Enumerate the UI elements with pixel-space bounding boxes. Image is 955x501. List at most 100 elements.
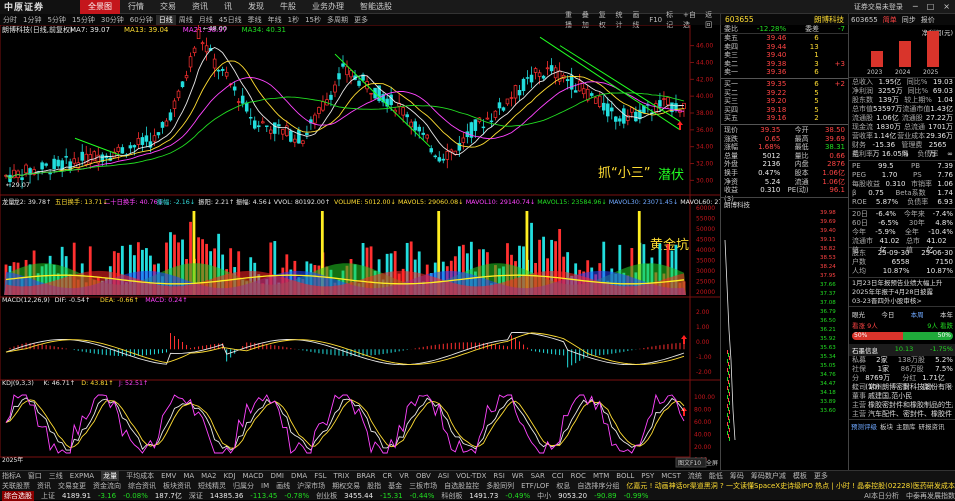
sentiment-tab-0[interactable]: 今日 xyxy=(881,309,894,319)
indicator-tab-23[interactable]: SAR xyxy=(531,472,545,480)
indicator-tab-27[interactable]: BOLL xyxy=(616,472,634,480)
indicator-tab-24[interactable]: CCI xyxy=(552,472,564,480)
sentiment-tab-1[interactable]: 本周 xyxy=(911,309,924,319)
news-item-2[interactable]: 03-23晋四外小股审核> xyxy=(849,297,955,306)
function-16[interactable]: 多股同列 xyxy=(486,481,514,491)
function-19[interactable]: 自选排序分组 xyxy=(577,481,619,491)
indicator-tab-6[interactable]: EMV xyxy=(161,472,176,480)
period-4[interactable]: 30分钟 xyxy=(98,15,127,25)
indicator-tab-17[interactable]: VR xyxy=(399,472,409,480)
buy-row-2[interactable]: 买三 39.20 5 xyxy=(721,97,848,106)
menu-item-0[interactable]: 全景图 xyxy=(80,0,120,14)
side-bottom-tab-3[interactable]: 研报资讯 xyxy=(919,421,945,431)
period-3[interactable]: 15分钟 xyxy=(69,15,98,25)
function-5[interactable]: 板块资讯 xyxy=(163,481,191,491)
intraday-mini-chart[interactable]: 朗博科技 39.98 39.69 39.40 39.11 38.82 38.53 38.24 3… xyxy=(721,196,848,451)
sentiment-tab-2[interactable]: 本年 xyxy=(940,309,953,319)
kline-chart-area[interactable]: 朗博科技(日线,前复权)MA7: 39.07 MA13: 39.04 MA21: 3… xyxy=(0,25,720,470)
close-icon[interactable]: × xyxy=(943,2,950,11)
indicator-tab-8[interactable]: MA2 xyxy=(201,472,216,480)
news-item-0[interactable]: 1月23日年报预告业绩大幅上升 xyxy=(849,279,955,288)
period-12[interactable]: 1秒 xyxy=(285,15,302,25)
hot-stock-row[interactable]: 石墨信息 10.13 -1.75% xyxy=(849,344,955,356)
sell-row-0[interactable]: 卖五 39.46 6 xyxy=(721,34,848,43)
side-tab-simple[interactable]: 简单 xyxy=(883,15,897,25)
indicator-tab-3[interactable]: EXPMA xyxy=(70,472,94,480)
period-15[interactable]: 更多 xyxy=(351,15,371,25)
function-10[interactable]: 沪深市场 xyxy=(297,481,325,491)
side-bottom-tab-1[interactable]: 板块 xyxy=(880,421,893,431)
period-9[interactable]: 45日线 xyxy=(216,15,245,25)
indicator-tab-19[interactable]: ASI xyxy=(438,472,449,480)
function-4[interactable]: 综合资讯 xyxy=(128,481,156,491)
maximize-icon[interactable]: □ xyxy=(927,2,935,11)
period-7[interactable]: 周线 xyxy=(176,15,196,25)
indicator-tab-13[interactable]: FSL xyxy=(314,472,326,480)
function-1[interactable]: 资讯 xyxy=(37,481,51,491)
menu-item-6[interactable]: 牛股 xyxy=(272,0,304,14)
indicator-tab-12[interactable]: DMA xyxy=(291,472,307,480)
menu-item-8[interactable]: 智能选股 xyxy=(352,0,400,14)
indicator-tab-10[interactable]: MACD xyxy=(243,472,264,480)
side-bottom-tab-2[interactable]: 主题库 xyxy=(896,421,916,431)
indicator-tab-5[interactable]: 平均成本 xyxy=(126,471,154,481)
indicator-tab-28[interactable]: PSY xyxy=(641,472,654,480)
news-ticker[interactable]: 亿嘉元 ! 动画神话or渠道黑洞 ? 一文读懂SpaceX史诗级IPO 热点 |… xyxy=(626,481,955,491)
function-18[interactable]: 权息 xyxy=(556,481,570,491)
period-8[interactable]: 月线 xyxy=(196,15,216,25)
indicator-tab-4[interactable]: 龙量 xyxy=(101,471,120,481)
period-0[interactable]: 分时 xyxy=(0,15,20,25)
buy-row-0[interactable]: 买一 39.35 6 +2 xyxy=(721,80,848,89)
indicator-tab-32[interactable]: 筹码 xyxy=(730,471,744,481)
function-13[interactable]: 基金 xyxy=(388,481,402,491)
indicator-tab-15[interactable]: BRAR xyxy=(356,472,375,480)
function-0[interactable]: 关联股票 xyxy=(2,481,30,491)
minimize-icon[interactable]: ─ xyxy=(913,2,918,11)
period-14[interactable]: 多周期 xyxy=(324,15,351,25)
sell-row-2[interactable]: 卖三 39.40 1 xyxy=(721,51,848,60)
menu-item-3[interactable]: 资讯 xyxy=(184,0,216,14)
indicator-tab-22[interactable]: WR xyxy=(512,472,524,480)
indicator-tab-0[interactable]: 指标A xyxy=(2,471,21,481)
buy-row-4[interactable]: 买五 39.16 2 xyxy=(721,114,848,123)
function-15[interactable]: 自选股监控 xyxy=(444,481,479,491)
menu-item-2[interactable]: 交易 xyxy=(152,0,184,14)
period-6[interactable]: 日线 xyxy=(155,14,176,25)
buy-row-3[interactable]: 买四 39.18 5 xyxy=(721,106,848,115)
indicator-tab-11[interactable]: DMI xyxy=(271,472,285,480)
menu-item-7[interactable]: 业务办理 xyxy=(304,0,352,14)
indicator-tab-34[interactable]: 模板 xyxy=(793,471,807,481)
indicator-tab-30[interactable]: 流统 xyxy=(688,471,702,481)
sell-row-1[interactable]: 卖四 39.44 13 xyxy=(721,43,848,52)
period-5[interactable]: 60分钟 xyxy=(127,15,156,25)
buy-row-1[interactable]: 买二 39.22 5 xyxy=(721,89,848,98)
function-9[interactable]: 画线 xyxy=(276,481,290,491)
indicator-tab-16[interactable]: CR xyxy=(383,472,393,480)
function-11[interactable]: 期权交易 xyxy=(332,481,360,491)
fullscreen-label[interactable]: 全屏 xyxy=(706,459,718,467)
function-3[interactable]: 资金流向 xyxy=(93,481,121,491)
indicator-tab-25[interactable]: ROC xyxy=(571,472,586,480)
indicator-tab-29[interactable]: MCST xyxy=(661,472,681,480)
indicator-tab-31[interactable]: 能低 xyxy=(709,471,723,481)
indicator-tab-1[interactable]: 窗口 xyxy=(28,471,42,481)
indicator-tab-18[interactable]: OBV xyxy=(416,472,431,480)
sell-row-4[interactable]: 卖一 39.36 6 xyxy=(721,68,848,77)
side-tab-sync[interactable]: 同步 xyxy=(902,15,916,25)
function-12[interactable]: 股指 xyxy=(367,481,381,491)
function-6[interactable]: 短线精灵 xyxy=(198,481,226,491)
side-tab-quote[interactable]: 报价 xyxy=(921,15,935,25)
function-8[interactable]: IM xyxy=(261,482,269,490)
side-bottom-tab-0[interactable]: 预测评级 xyxy=(851,421,877,431)
menu-item-1[interactable]: 行情 xyxy=(120,0,152,14)
indicator-tab-7[interactable]: MA xyxy=(183,472,194,480)
indicator-tab-20[interactable]: VOL-TDX xyxy=(456,472,486,480)
function-7[interactable]: 归属分 xyxy=(233,481,254,491)
menu-item-5[interactable]: 发现 xyxy=(240,0,272,14)
period-11[interactable]: 年线 xyxy=(265,15,285,25)
menu-item-4[interactable]: 讯 xyxy=(216,0,240,14)
indicator-tab-2[interactable]: 三线 xyxy=(49,471,63,481)
indicator-tab-26[interactable]: MTM xyxy=(593,472,609,480)
sell-row-3[interactable]: 卖二 39.38 3 +3 xyxy=(721,60,848,69)
period-1[interactable]: 1分钟 xyxy=(20,15,44,25)
